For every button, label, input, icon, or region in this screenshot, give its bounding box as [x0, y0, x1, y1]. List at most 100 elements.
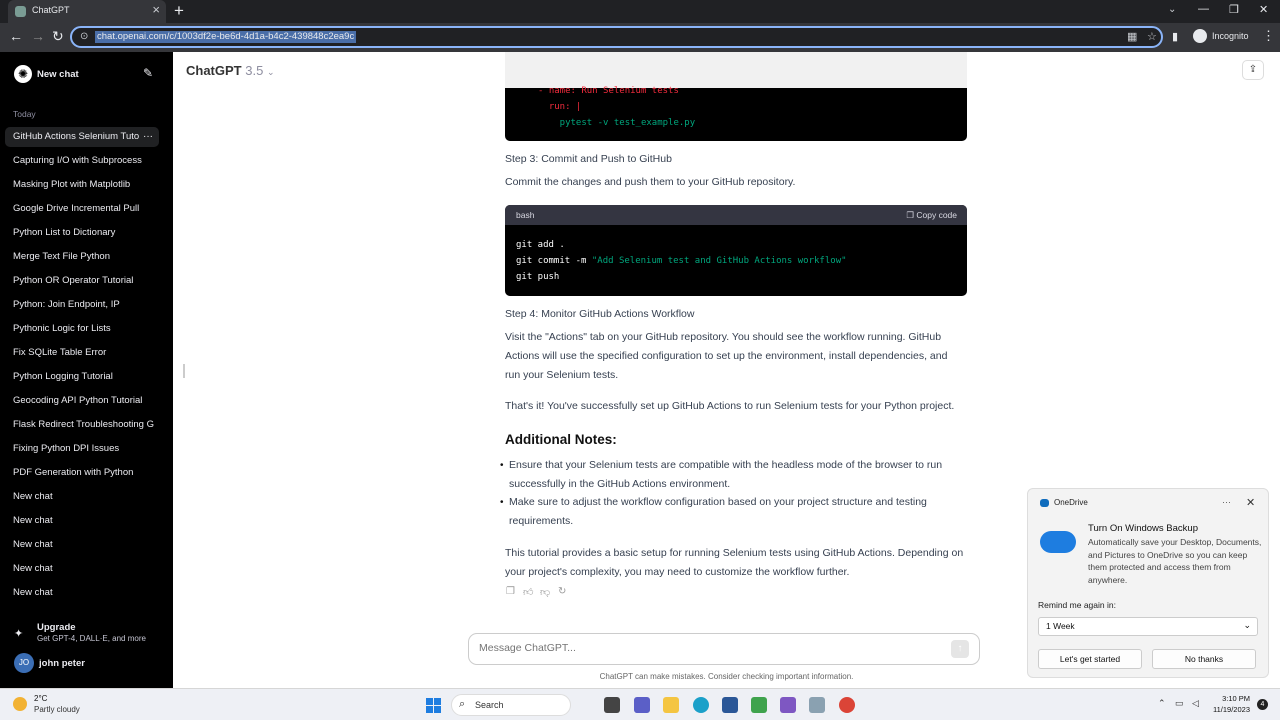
forward-icon[interactable]: → [31, 28, 45, 44]
network-icon[interactable]: ▭ [1175, 698, 1184, 709]
sidebar-chat-item[interactable]: Fix SQLite Table Error [5, 343, 159, 363]
weather-icon[interactable] [13, 697, 27, 711]
message-input[interactable] [479, 642, 919, 654]
volume-icon[interactable]: ◁ [1192, 698, 1199, 709]
sidebar-chat-item[interactable]: New chat [5, 511, 159, 531]
sidebar-chat-item[interactable]: Fixing Python DPI Issues [5, 439, 159, 459]
sidebar-chat-item[interactable]: Python: Join Endpoint, IP [5, 295, 159, 315]
edge-icon[interactable] [693, 697, 709, 713]
browser-menu-icon[interactable]: ⋮ [1262, 28, 1275, 44]
sidebar-chat-item[interactable]: GitHub Actions Selenium Tuto ··· [5, 127, 159, 147]
clock[interactable]: 3:10 PM 11/19/2023 [1212, 693, 1250, 715]
share-icon[interactable]: ⇪ [1242, 60, 1264, 80]
chat-item-label: Merge Text File Python [13, 251, 110, 262]
app-icon[interactable] [809, 697, 825, 713]
sidebar-chat-item[interactable]: Merge Text File Python [5, 247, 159, 267]
chevron-up-icon[interactable]: ⌃ [1158, 698, 1166, 709]
copy-code-button[interactable]: ❐ Copy code [906, 210, 957, 221]
search-icon: ⌕ [459, 698, 466, 710]
side-panel-icon[interactable]: ▮ [1172, 30, 1178, 43]
sidebar-chat-item[interactable]: Capturing I/O with Subprocess [5, 151, 159, 171]
sidebar-chat-item[interactable]: New chat [5, 535, 159, 555]
back-icon[interactable]: ← [9, 28, 23, 44]
new-tab-icon[interactable]: + [174, 1, 184, 21]
app-icon[interactable] [751, 697, 767, 713]
reload-icon[interactable]: ↻ [52, 28, 64, 45]
sidebar-chat-item[interactable]: New chat [5, 559, 159, 579]
chevron-down-icon: ⌄ [266, 67, 275, 77]
note-1: Ensure that your Selenium tests are comp… [509, 459, 943, 490]
url-text[interactable]: chat.openai.com/c/1003df2e-be6d-4d1a-b4c… [95, 31, 357, 43]
browser-toolbar: ← → ↻ ⊙ chat.openai.com/c/1003df2e-be6d-… [0, 23, 1280, 52]
sidebar-chat-item[interactable]: Geocoding API Python Tutorial [5, 391, 159, 411]
restore-icon[interactable]: ❐ [1229, 3, 1239, 16]
temperature[interactable]: 2°C [34, 694, 47, 703]
user-name[interactable]: john peter [39, 658, 85, 669]
sidebar-chat-item[interactable]: Google Drive Incremental Pull [5, 199, 159, 219]
code-block-header: bash ❐ Copy code [505, 205, 967, 225]
tab-search-icon[interactable]: ⌄ [1168, 4, 1176, 15]
sidebar-chat-item[interactable]: Masking Plot with Matplotlib [5, 175, 159, 195]
code-line: run: | [538, 102, 582, 112]
task-view-icon[interactable] [604, 697, 620, 713]
step4-text: Visit the "Actions" tab on your GitHub r… [505, 331, 948, 381]
summary-text: That's it! You've successfully set up Gi… [505, 400, 955, 412]
no-thanks-button[interactable]: No thanks [1152, 649, 1256, 669]
site-info-icon[interactable]: ⊙ [80, 31, 88, 42]
app-icon[interactable] [780, 697, 796, 713]
sidebar-chat-item[interactable]: Flask Redirect Troubleshooting G [5, 415, 159, 435]
sidebar-chat-item[interactable]: New chat [5, 583, 159, 603]
weather-condition[interactable]: Partly cloudy [34, 705, 80, 714]
model-selector[interactable]: ChatGPT 3.5 ⌄ [186, 63, 275, 78]
store-icon[interactable] [722, 697, 738, 713]
remind-select[interactable]: 1 Week ⌄ [1038, 617, 1258, 636]
step4-title: Step 4: Monitor GitHub Actions Workflow [505, 308, 695, 320]
sidebar-chat-item[interactable]: Pythonic Logic for Lists [5, 319, 159, 339]
chat-item-label: Google Drive Incremental Pull [13, 203, 140, 214]
thumbs-up-icon[interactable]: 👍︎ [523, 586, 533, 598]
file-explorer-icon[interactable] [663, 697, 679, 713]
section-header: Today [13, 109, 36, 119]
chrome-icon[interactable] [839, 697, 855, 713]
thumbs-down-icon[interactable]: 👎︎ [540, 586, 550, 598]
chat-item-label: Capturing I/O with Subprocess [13, 155, 142, 166]
address-bar[interactable]: ⊙ chat.openai.com/c/1003df2e-be6d-4d1a-b… [70, 26, 1163, 48]
model-version: 3.5 [245, 63, 264, 78]
sidebar-resize-handle[interactable] [183, 364, 185, 378]
incognito-label[interactable]: Incognito [1212, 31, 1249, 41]
sidebar-chat-item[interactable]: New chat [5, 487, 159, 507]
close-icon[interactable]: ✕ [1246, 496, 1255, 509]
chat-app-icon[interactable] [634, 697, 650, 713]
sidebar-chat-item[interactable]: PDF Generation with Python [5, 463, 159, 483]
toast-app-name: OneDrive [1054, 498, 1088, 507]
new-chat-button[interactable]: New chat [37, 69, 79, 80]
windows-start-icon[interactable] [426, 698, 441, 713]
minimize-icon[interactable]: — [1198, 3, 1209, 15]
lets-get-started-button[interactable]: Let's get started [1038, 649, 1142, 669]
notification-badge[interactable]: 4 [1257, 699, 1268, 710]
sidebar-chat-item[interactable]: Python OR Operator Tutorial [5, 271, 159, 291]
upgrade-button[interactable]: Upgrade [37, 622, 76, 633]
chat-item-label: New chat [13, 515, 53, 526]
taskbar-search[interactable]: ⌕ Search [451, 694, 571, 716]
close-tab-icon[interactable]: × [152, 2, 160, 17]
note-2: Make sure to adjust the workflow configu… [509, 496, 927, 527]
chat-item-label: Pythonic Logic for Lists [13, 323, 111, 334]
chatgpt-logo-icon[interactable]: ✺ [14, 65, 32, 83]
regenerate-icon[interactable]: ↻ [558, 586, 566, 597]
copy-icon[interactable]: ❐ [506, 586, 515, 597]
browser-tab[interactable]: ChatGPT × [8, 0, 166, 23]
sidebar-chat-item[interactable]: Python List to Dictionary [5, 223, 159, 243]
edit-icon[interactable]: ✎ [143, 66, 153, 80]
chat-item-label: Python List to Dictionary [13, 227, 116, 238]
more-options-icon[interactable]: ··· [1222, 497, 1231, 507]
sidebar-chat-item[interactable]: Python Logging Tutorial [5, 367, 159, 387]
window-close-icon[interactable]: ✕ [1259, 3, 1268, 16]
chat-item-label: Masking Plot with Matplotlib [13, 179, 131, 190]
more-options-icon[interactable]: ··· [143, 127, 153, 147]
send-button[interactable]: ↑ [951, 640, 969, 658]
bookmark-star-icon[interactable]: ☆ [1147, 30, 1157, 43]
avatar[interactable]: JO [14, 653, 34, 673]
code-cmd: git commit -m [516, 256, 592, 266]
qr-icon[interactable]: ▦ [1127, 30, 1137, 43]
